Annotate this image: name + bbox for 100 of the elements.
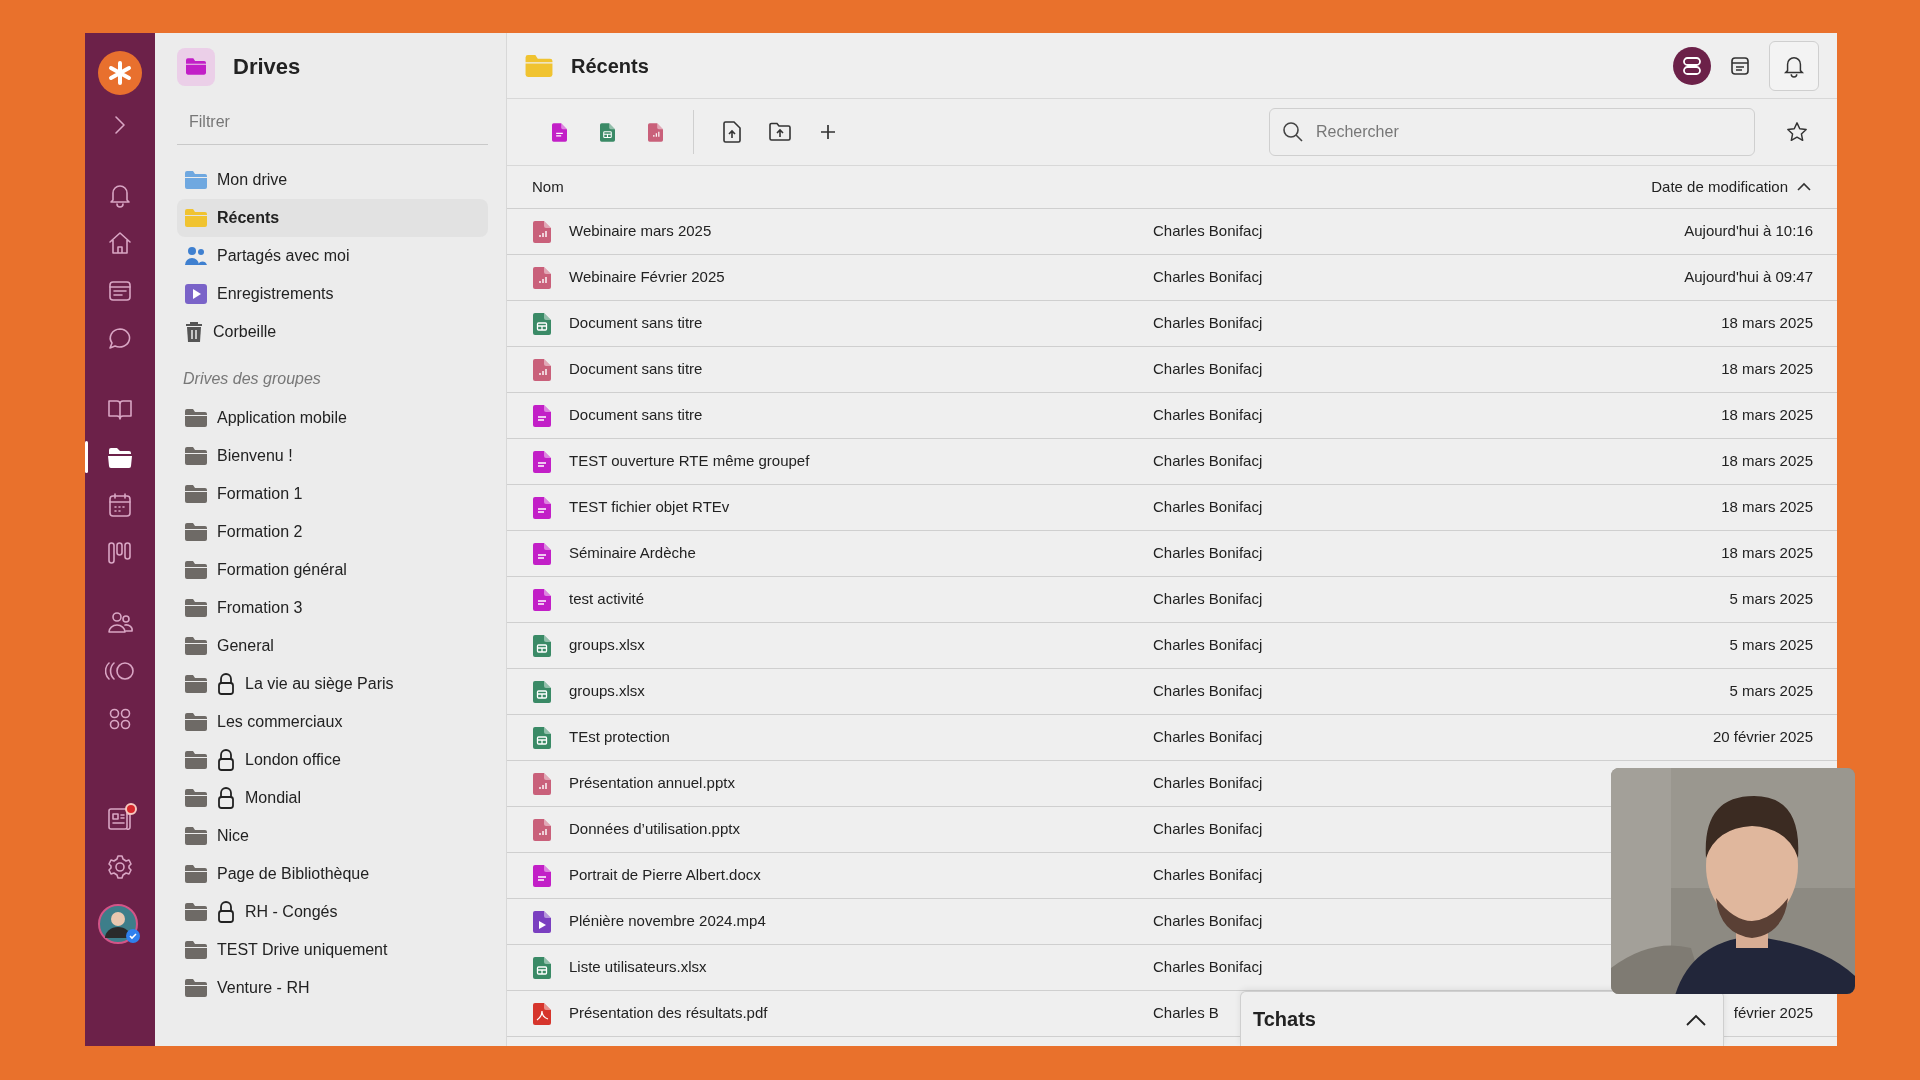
owner-name: Charles B xyxy=(1153,1004,1219,1022)
apps-icon xyxy=(108,707,132,731)
folder-icon xyxy=(525,54,553,77)
filter-field[interactable]: Filtrer xyxy=(177,100,488,145)
owner-name: Charles Bonifacj xyxy=(1153,912,1263,930)
folder-icon xyxy=(185,523,207,541)
presentation-icon xyxy=(533,818,551,841)
file-name[interactable]: TEst protection xyxy=(569,726,670,749)
document-icon xyxy=(551,122,567,142)
folder-icon xyxy=(185,209,207,227)
folder-icon xyxy=(185,789,207,807)
sidebar-item[interactable]: London office xyxy=(177,741,488,779)
file-name[interactable]: Données d’utilisation.pptx xyxy=(569,818,740,841)
document-icon xyxy=(533,864,551,887)
sidebar-item[interactable]: Formation 2 xyxy=(177,513,488,551)
presentation-icon xyxy=(533,266,551,289)
page-title: Récents xyxy=(571,53,649,79)
file-name[interactable]: groups.xlsx xyxy=(569,634,645,657)
sidebar-item[interactable]: TEST Drive uniquement xyxy=(177,931,488,969)
file-name[interactable]: Présentation des résultats.pdf xyxy=(569,1002,768,1025)
sidebar-item[interactable]: Corbeille xyxy=(177,313,488,351)
owner-name: Charles Bonifacj xyxy=(1153,590,1263,608)
pdf-icon xyxy=(533,1002,551,1025)
presentation-icon xyxy=(533,358,551,381)
sidebar-item[interactable]: Page de Bibliothèque xyxy=(177,855,488,893)
sidebar-item[interactable]: RH - Congés xyxy=(177,893,488,931)
folder-icon xyxy=(185,675,207,693)
search-field[interactable]: Rechercher xyxy=(1269,108,1755,156)
sidebar-title: Drives xyxy=(233,53,301,81)
sidebar-item[interactable]: Nice xyxy=(177,817,488,855)
owner-name: Charles Bonifacj xyxy=(1153,406,1263,424)
sidebar-item[interactable]: La vie au siège Paris xyxy=(177,665,488,703)
owner-name: Charles Bonifacj xyxy=(1153,314,1263,332)
sidebar-item[interactable]: Enregistrements xyxy=(177,275,488,313)
document-icon xyxy=(533,542,551,565)
logo-icon xyxy=(98,51,142,95)
document-icon xyxy=(533,450,551,473)
file-name[interactable]: Document sans titre xyxy=(569,358,703,381)
folder-icon xyxy=(185,827,207,845)
column-header[interactable]: Date de modification xyxy=(1651,175,1812,199)
file-name[interactable]: Liste utilisateurs.xlsx xyxy=(569,956,707,979)
database-button[interactable] xyxy=(1673,46,1711,85)
sidebar-item[interactable]: Formation général xyxy=(177,551,488,589)
file-name[interactable]: Présentation annuel.pptx xyxy=(569,772,735,795)
folder-icon xyxy=(185,485,207,503)
folder-icon xyxy=(185,447,207,465)
broadcast-icon xyxy=(105,660,135,682)
book-icon xyxy=(107,397,133,421)
file-name[interactable]: TEST ouverture RTE même groupef xyxy=(569,450,810,473)
modified-date: 18 mars 2025 xyxy=(1721,405,1813,426)
owner-name: Charles Bonifacj xyxy=(1153,636,1263,654)
modified-date: Aujourd'hui à 10:16 xyxy=(1684,221,1813,242)
video-icon xyxy=(185,284,207,304)
file-upload-icon xyxy=(723,121,741,143)
modified-date: 18 mars 2025 xyxy=(1721,451,1813,472)
spreadsheet-icon xyxy=(599,122,615,142)
sidebar-item[interactable]: Bienvenu ! xyxy=(177,437,488,475)
folder-icon xyxy=(185,713,207,731)
file-name[interactable]: Document sans titre xyxy=(569,404,703,427)
column-header[interactable]: Nom xyxy=(532,175,564,199)
sidebar-item[interactable]: Fromation 3 xyxy=(177,589,488,627)
file-name[interactable]: test activité xyxy=(569,588,645,611)
file-name[interactable]: Document sans titre xyxy=(569,312,703,335)
file-name[interactable]: TEST fichier objet RTEv xyxy=(569,496,730,519)
sidebar-item[interactable]: Venture - RH xyxy=(177,969,488,1007)
plus-icon xyxy=(819,123,837,141)
modified-date: 18 mars 2025 xyxy=(1721,497,1813,518)
file-name[interactable]: Plénière novembre 2024.mp4 xyxy=(569,910,766,933)
file-name[interactable]: Portrait de Pierre Albert.docx xyxy=(569,864,761,887)
file-name[interactable]: Webinaire Février 2025 xyxy=(569,266,725,289)
sidebar-item[interactable]: General xyxy=(177,627,488,665)
sidebar-item[interactable]: Application mobile xyxy=(177,399,488,437)
modified-date: 5 mars 2025 xyxy=(1729,681,1813,702)
video-file-icon xyxy=(533,910,551,933)
newspaper-icon xyxy=(107,806,133,832)
owner-name: Charles Bonifacj xyxy=(1153,958,1263,976)
section-heading: Drives des groupes xyxy=(182,369,322,389)
people-icon xyxy=(185,246,207,266)
sidebar-item[interactable]: Récents xyxy=(177,199,488,237)
sidebar-item[interactable]: Partagés avec moi xyxy=(177,237,488,275)
sidebar-item[interactable]: Les commerciaux xyxy=(177,703,488,741)
sidebar-item[interactable]: Formation 1 xyxy=(177,475,488,513)
folder-icon xyxy=(185,941,207,959)
expand-icon xyxy=(113,114,127,136)
folder-icon xyxy=(185,171,207,189)
file-name[interactable]: Webinaire mars 2025 xyxy=(569,220,712,243)
list-icon xyxy=(1729,55,1751,78)
owner-name: Charles Bonifacj xyxy=(1153,728,1263,746)
sidebar-item[interactable]: Mon drive xyxy=(177,161,488,199)
folder-icon xyxy=(185,903,207,921)
file-name[interactable]: groups.xlsx xyxy=(569,680,645,703)
folder-icon xyxy=(185,409,207,427)
presentation-icon xyxy=(533,220,551,243)
spreadsheet-icon xyxy=(533,726,551,749)
notifications-button[interactable] xyxy=(1769,40,1819,91)
sidebar-item[interactable]: Mondial xyxy=(177,779,488,817)
owner-name: Charles Bonifacj xyxy=(1153,544,1263,562)
file-name[interactable]: Séminaire Ardèche xyxy=(569,542,696,565)
presentation-icon xyxy=(647,122,663,142)
news-icon xyxy=(108,279,132,303)
